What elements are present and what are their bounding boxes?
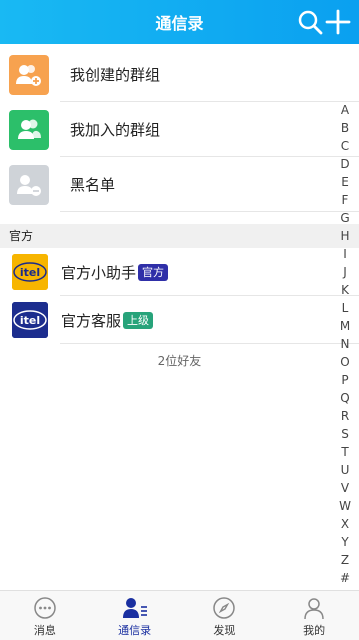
tab-label: 消息 [33,624,56,637]
group-created-label: 我创建的群组 [70,66,161,84]
index-letter[interactable]: C [341,137,349,155]
index-letter[interactable]: # [340,569,350,587]
index-letter[interactable]: I [343,245,347,263]
svg-text:itel: itel [20,314,40,327]
group-joined-item[interactable]: 我加入的群组 [0,102,359,157]
group-list: 我创建的群组 我加入的群组 黑名单 [0,47,359,212]
official-list: itel 官方小助手 官方 itel 官方客服 上级 [0,248,359,344]
index-letter[interactable]: P [341,371,348,389]
group-icon [9,109,49,150]
index-letter[interactable]: T [341,443,348,461]
tab-discover[interactable]: 发现 [180,591,270,640]
blacklist-item[interactable]: 黑名单 [0,157,359,212]
index-letter[interactable]: D [340,155,349,173]
index-letter[interactable]: N [341,335,350,353]
page-title: 通信录 [155,14,204,33]
index-letter[interactable]: J [343,263,347,281]
group-created-item[interactable]: 我创建的群组 [0,47,359,102]
superior-badge: 上级 [123,311,154,329]
tab-label: 通信录 [118,624,152,637]
index-letter[interactable]: O [340,353,349,371]
section-header-official: 官方 [0,224,359,248]
index-letter[interactable]: X [341,515,349,533]
compass-icon [211,596,237,620]
person-icon [301,596,327,620]
alphabet-index[interactable]: A B C D E F G H I J K L M N O P Q R S T … [337,101,353,587]
blocked-user-icon [9,164,49,205]
index-letter[interactable]: M [340,317,350,335]
contacts-icon [122,596,148,620]
svg-text:itel: itel [20,266,40,279]
index-letter[interactable]: E [341,173,349,191]
tab-label: 我的 [303,624,326,637]
index-letter[interactable]: K [341,281,349,299]
tab-messages[interactable]: 消息 [0,591,90,640]
index-letter[interactable]: L [342,299,349,317]
group-joined-label: 我加入的群组 [70,121,161,139]
index-letter[interactable]: Q [340,389,349,407]
official-assistant-item[interactable]: itel 官方小助手 官方 [0,248,359,296]
tab-profile[interactable]: 我的 [269,591,359,640]
header-actions [297,8,351,36]
index-letter[interactable]: B [341,119,349,137]
group-add-icon [9,54,49,95]
index-letter[interactable]: W [339,497,351,515]
blacklist-label: 黑名单 [70,176,116,194]
official-badge: 官方 [138,263,169,281]
tab-contacts[interactable]: 通信录 [90,591,180,640]
index-letter[interactable]: V [341,479,349,497]
bottom-tab-bar: 消息 通信录 发现 我的 [0,590,359,640]
index-letter[interactable]: Y [341,533,348,551]
top-header: 通信录 [0,0,359,44]
official-service-name: 官方客服 [61,311,122,330]
index-letter[interactable]: R [341,407,349,425]
itel-logo-icon: itel [12,254,48,290]
tab-label: 发现 [213,624,236,637]
chat-bubble-icon [32,596,58,620]
itel-logo-icon: itel [12,302,48,338]
index-letter[interactable]: H [340,227,349,245]
official-assistant-name: 官方小助手 [61,263,137,282]
index-letter[interactable]: F [342,191,349,209]
index-letter[interactable]: Z [341,551,349,569]
index-letter[interactable]: U [341,461,350,479]
index-letter[interactable]: S [341,425,349,443]
official-service-item[interactable]: itel 官方客服 上级 [0,296,359,344]
search-icon[interactable] [297,8,323,36]
add-icon[interactable] [325,8,351,36]
index-letter[interactable]: G [340,209,349,227]
index-letter[interactable]: A [341,101,349,119]
friend-count: 2位好友 [157,354,202,368]
